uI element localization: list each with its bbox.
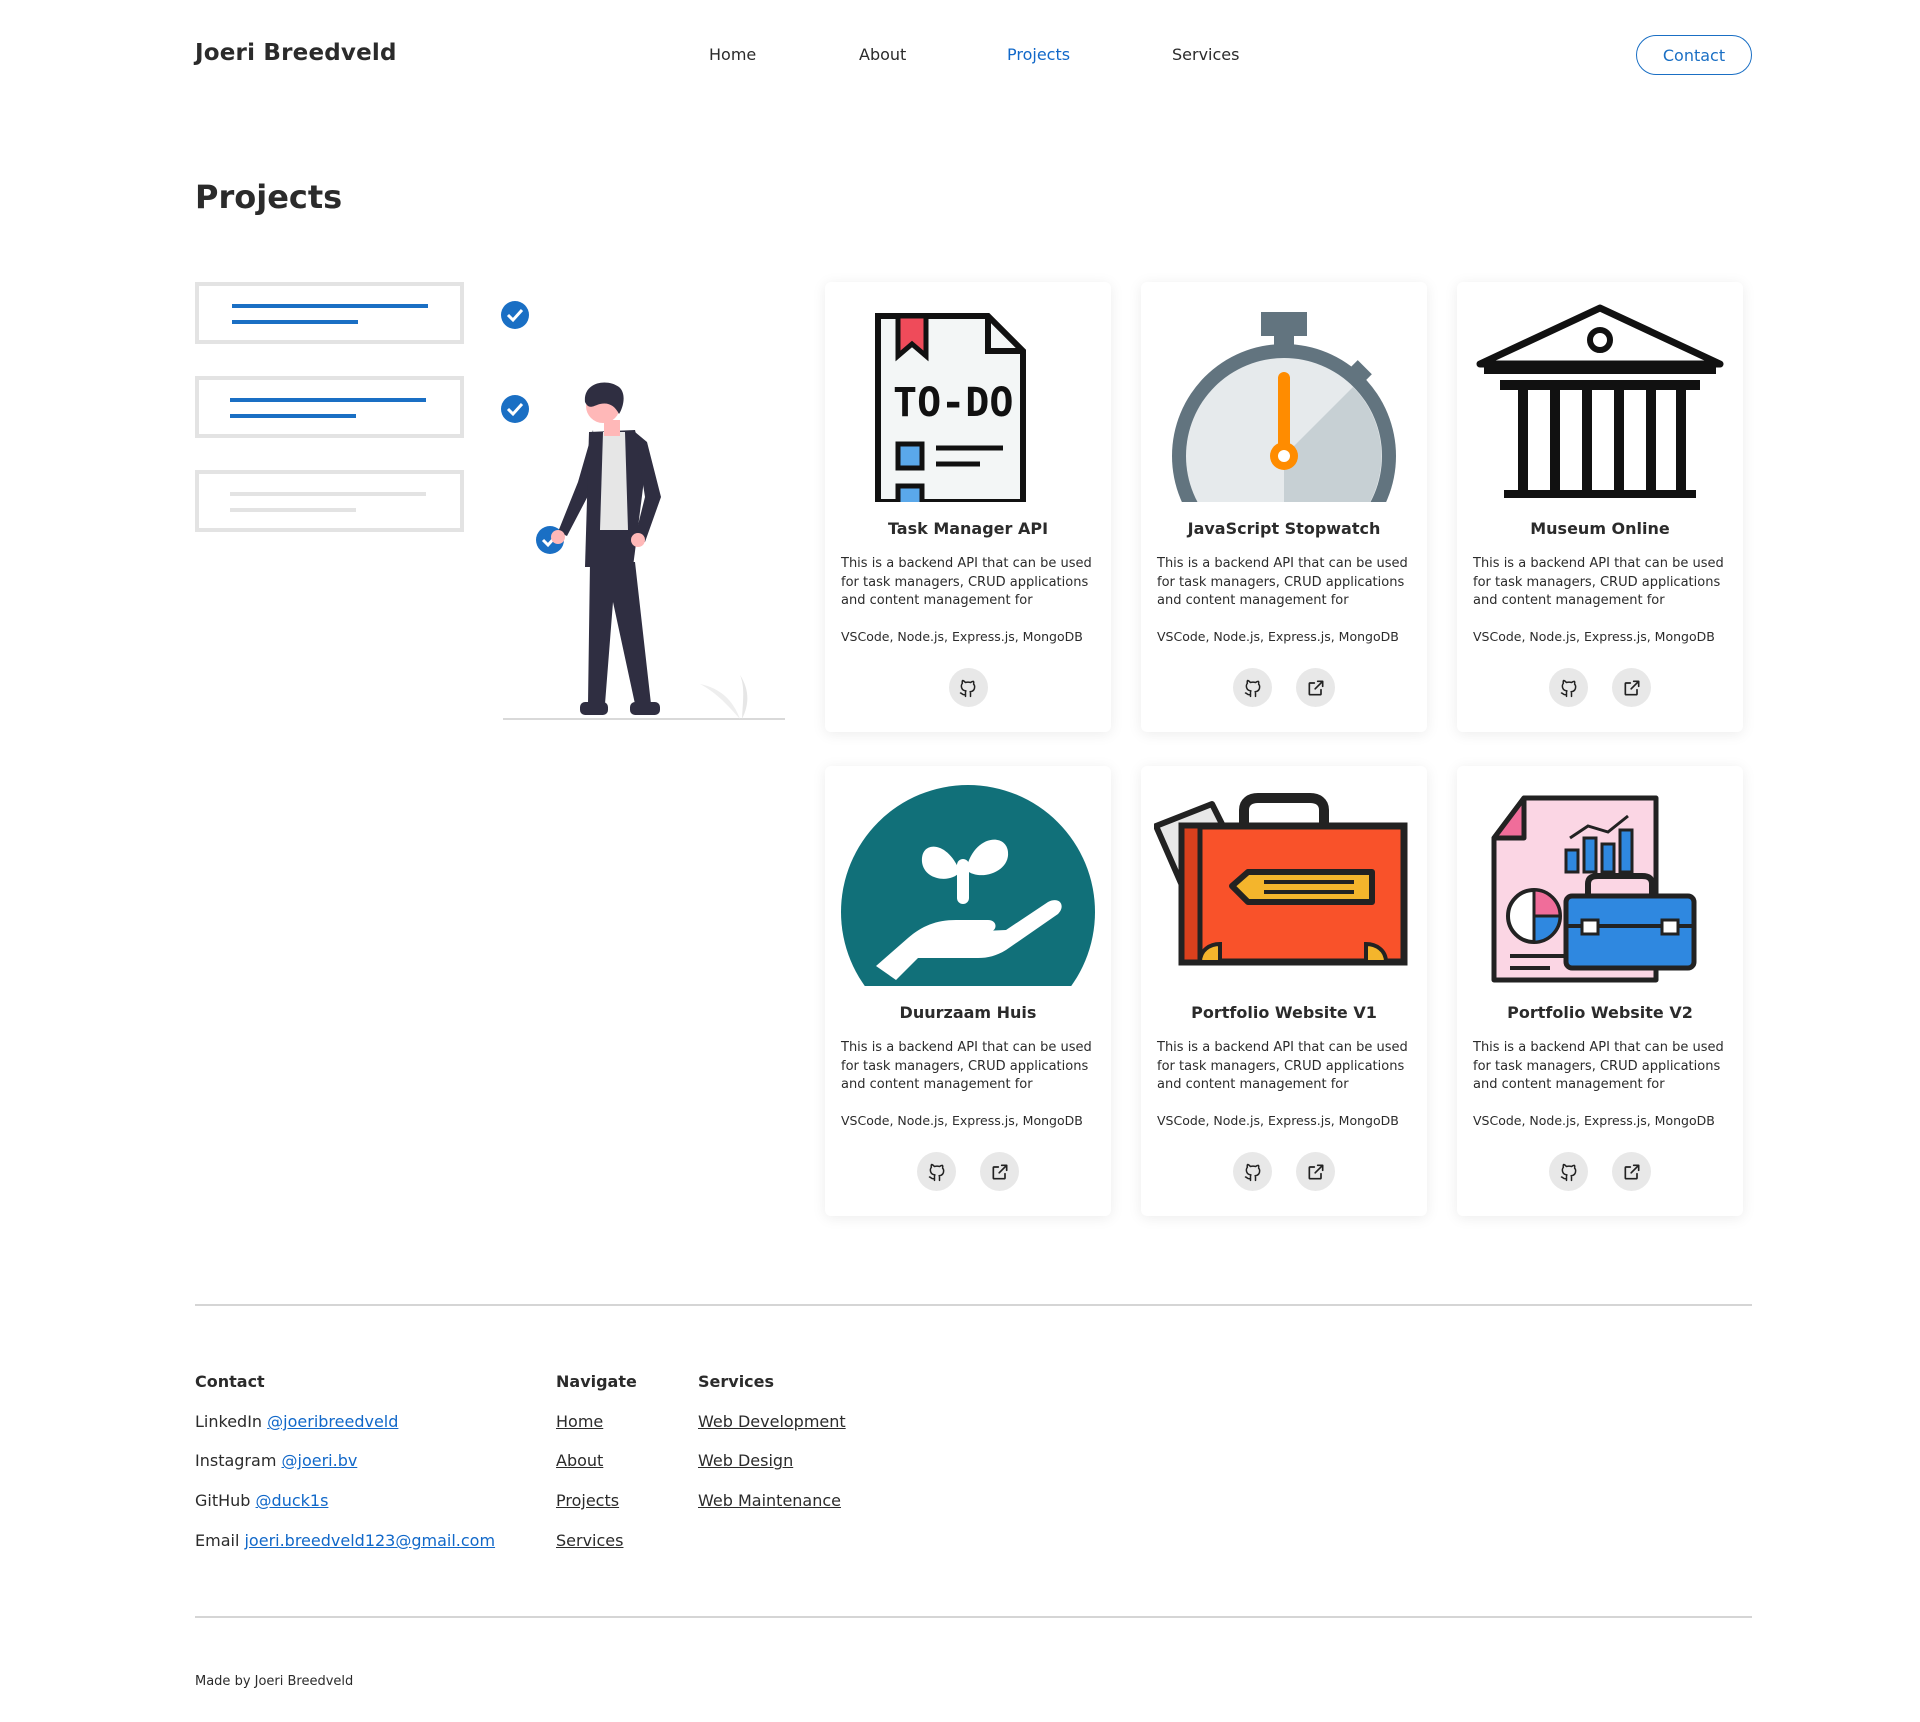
project-description: This is a backend API that can be used f… — [1473, 1040, 1724, 1092]
footer-nav-home[interactable]: Home — [556, 1412, 603, 1431]
github-icon[interactable] — [948, 668, 988, 707]
footer-instagram: Instagram @joeri.bv — [195, 1451, 357, 1470]
nav-home[interactable]: Home — [709, 45, 756, 64]
contact-button[interactable]: Contact — [1636, 35, 1752, 75]
report-briefcase-icon — [1470, 780, 1730, 986]
nav-services[interactable]: Services — [1172, 45, 1239, 64]
github-icon[interactable] — [1549, 668, 1588, 707]
footer-github: GitHub @duck1s — [195, 1491, 328, 1510]
page-title: Projects — [195, 178, 343, 216]
plant-hand-icon — [838, 780, 1098, 986]
project-tech: VSCode, Node.js, Express.js, MongoDB — [1473, 629, 1715, 644]
project-tech: VSCode, Node.js, Express.js, MongoDB — [1473, 1113, 1715, 1128]
footer-bottom-divider — [195, 1616, 1752, 1618]
brand-logo[interactable]: Joeri Breedveld — [195, 40, 397, 66]
stopwatch-icon — [1154, 296, 1414, 502]
project-description: This is a backend API that can be used f… — [1473, 556, 1724, 608]
project-tech: VSCode, Node.js, Express.js, MongoDB — [1157, 629, 1399, 644]
nav-projects[interactable]: Projects — [1007, 45, 1070, 64]
github-icon[interactable] — [1549, 1152, 1588, 1191]
footer-email: Email joeri.breedveld123@gmail.com — [195, 1531, 495, 1550]
footer-instagram-link[interactable]: @joeri.bv — [282, 1451, 358, 1470]
external-link-icon[interactable] — [1296, 1152, 1335, 1191]
project-description: This is a backend API that can be used f… — [1157, 1040, 1408, 1092]
footer-divider — [195, 1304, 1752, 1306]
project-card: JavaScript Stopwatch This is a backend A… — [1141, 282, 1427, 732]
checklist-person-illustration — [195, 282, 795, 732]
external-link-icon[interactable] — [1612, 1152, 1651, 1191]
footer-service-web-development[interactable]: Web Development — [698, 1412, 846, 1431]
project-description: This is a backend API that can be used f… — [841, 1040, 1092, 1092]
footer-github-link[interactable]: @duck1s — [256, 1491, 329, 1510]
briefcase-pencil-icon — [1154, 780, 1414, 986]
footer-email-label: Email — [195, 1531, 240, 1550]
github-icon[interactable] — [1233, 1152, 1272, 1191]
footer-linkedin-link[interactable]: @joeribreedveld — [267, 1412, 398, 1431]
footer-service-web-maintenance[interactable]: Web Maintenance — [698, 1491, 841, 1510]
project-description: This is a backend API that can be used f… — [841, 556, 1092, 608]
project-title: Portfolio Website V1 — [1191, 1003, 1377, 1022]
project-title: Portfolio Website V2 — [1507, 1003, 1693, 1022]
made-by-text: Made by Joeri Breedveld — [195, 1674, 354, 1689]
project-description: This is a backend API that can be used f… — [1157, 556, 1408, 608]
project-card: Portfolio Website V2 This is a backend A… — [1457, 766, 1743, 1216]
project-card: Portfolio Website V1 This is a backend A… — [1141, 766, 1427, 1216]
footer-linkedin: LinkedIn @joeribreedveld — [195, 1412, 398, 1431]
nav-about[interactable]: About — [859, 45, 906, 64]
project-title: JavaScript Stopwatch — [1187, 519, 1381, 538]
footer-nav-about[interactable]: About — [556, 1451, 603, 1470]
footer-contact-heading: Contact — [195, 1372, 265, 1391]
svg-text:TO-DO: TO-DO — [893, 380, 1013, 426]
project-card: Museum Online This is a backend API that… — [1457, 282, 1743, 732]
project-tech: VSCode, Node.js, Express.js, MongoDB — [1157, 1113, 1399, 1128]
github-icon[interactable] — [917, 1152, 956, 1191]
footer-nav-services[interactable]: Services — [556, 1531, 623, 1550]
project-card: TO-DO Task Manager API This is a backend… — [825, 282, 1111, 732]
project-card: Duurzaam Huis This is a backend API that… — [825, 766, 1111, 1216]
footer-service-web-design[interactable]: Web Design — [698, 1451, 793, 1470]
footer-github-label: GitHub — [195, 1491, 251, 1510]
project-title: Task Manager API — [887, 519, 1049, 538]
footer-nav-projects[interactable]: Projects — [556, 1491, 619, 1510]
footer-instagram-label: Instagram — [195, 1451, 277, 1470]
project-title: Museum Online — [1530, 519, 1670, 538]
footer-linkedin-label: LinkedIn — [195, 1412, 263, 1431]
footer-navigate-heading: Navigate — [556, 1372, 637, 1391]
footer-services-heading: Services — [698, 1372, 775, 1391]
external-link-icon[interactable] — [1296, 668, 1335, 707]
project-title: Duurzaam Huis — [899, 1003, 1037, 1022]
project-tech: VSCode, Node.js, Express.js, MongoDB — [841, 1113, 1083, 1128]
github-icon[interactable] — [1233, 668, 1272, 707]
project-tech: VSCode, Node.js, Express.js, MongoDB — [841, 629, 1083, 644]
museum-icon — [1470, 296, 1730, 502]
todo-list-icon: TO-DO — [838, 296, 1098, 502]
external-link-icon[interactable] — [1612, 668, 1651, 707]
footer-email-link[interactable]: joeri.breedveld123@gmail.com — [244, 1531, 495, 1550]
external-link-icon[interactable] — [980, 1152, 1019, 1191]
